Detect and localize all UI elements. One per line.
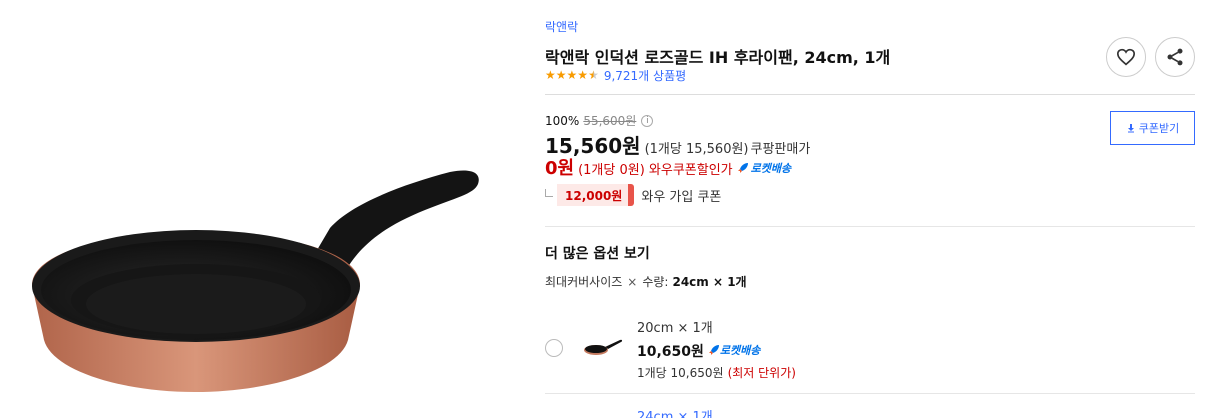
brand-link[interactable]: 락앤락: [545, 18, 578, 35]
option-name[interactable]: 20cm × 1개: [637, 317, 713, 336]
frying-pan-illustration: [32, 170, 479, 392]
product-title: 락앤락 인덕션 로즈골드 IH 후라이팬, 24cm, 1개: [545, 48, 891, 67]
coupon-price-row: 0원 (1개당 0원) 와우쿠폰할인가 로켓배송: [545, 154, 791, 180]
option-summary-qty-label: 수량:: [642, 275, 669, 289]
coupon-price: 0원: [545, 158, 575, 179]
half-star-icon: ★: [588, 68, 599, 82]
review-count-link[interactable]: 9,721개 상품평: [604, 67, 686, 84]
option-radio[interactable]: [545, 339, 563, 357]
option-thumbnail[interactable]: [583, 335, 623, 361]
product-info-panel: 락앤락 락앤락 인덕션 로즈골드 IH 후라이팬, 24cm, 1개 ★ ★ ★…: [545, 0, 1195, 418]
option-summary: 최대커버사이즈 × 수량: 24cm × 1개: [545, 273, 747, 290]
option-rocket-label: 로켓배송: [719, 344, 761, 357]
share-icon: [1167, 48, 1183, 66]
wow-coupon-label: 와우 가입 쿠폰: [641, 189, 722, 205]
download-icon: [1127, 124, 1134, 133]
option-summary-value: 24cm × 1개: [672, 275, 747, 289]
discount-rate: 100%: [545, 113, 580, 128]
product-image: [0, 0, 520, 418]
rocket-delivery-label: 로켓배송: [750, 162, 792, 175]
option-name[interactable]: 24cm × 1개: [637, 406, 713, 418]
divider: [545, 94, 1195, 95]
option-summary-label: 최대커버사이즈: [545, 275, 623, 289]
option-summary-times: ×: [627, 274, 638, 289]
star-icon: ★: [545, 68, 556, 82]
info-icon[interactable]: i: [641, 114, 654, 127]
share-button[interactable]: [1155, 37, 1195, 77]
option-price-row: 10,650원 로켓배송: [637, 341, 760, 361]
coupon-unit-price: (1개당 0원) 와우쿠폰할인가: [578, 163, 733, 178]
option-unit-price: 1개당 10,650원: [637, 366, 724, 380]
option-lowest-label: (최저 단위가): [727, 366, 796, 380]
wow-coupon-row: 12,000원 와우 가입 쿠폰: [545, 184, 721, 206]
wow-coupon-amount: 12,000원: [557, 184, 629, 206]
rocket-icon: [708, 345, 719, 355]
discount-row: 100% 55,600원 i: [545, 112, 654, 129]
star-icon: ★: [555, 68, 567, 82]
wow-tag-edge: [628, 184, 635, 206]
heart-icon: [1116, 48, 1136, 66]
more-options-heading: 더 많은 옵션 보기: [545, 246, 650, 262]
divider: [545, 393, 1195, 394]
rating-stars: ★ ★ ★ ★ ★: [545, 69, 599, 81]
wishlist-button[interactable]: [1106, 37, 1146, 77]
rating-row: ★ ★ ★ ★ ★ 9,721개 상품평: [545, 67, 686, 83]
option-unit-row: 1개당 10,650원 (최저 단위가): [637, 364, 796, 381]
star-icon: ★: [566, 68, 578, 82]
divider: [545, 226, 1195, 227]
download-coupon-button[interactable]: 쿠폰받기: [1110, 111, 1195, 145]
download-coupon-label: 쿠폰받기: [1138, 122, 1180, 135]
star-icon: ★: [577, 68, 589, 82]
rocket-delivery-badge: 로켓배송: [737, 160, 791, 176]
original-price: 55,600원: [583, 114, 637, 128]
indent-corner: [545, 189, 553, 197]
option-rocket-badge: 로켓배송: [708, 342, 760, 358]
frying-pan-thumbnail-icon: [584, 339, 623, 355]
option-price: 10,650원: [637, 344, 704, 360]
rocket-icon: [737, 163, 748, 173]
